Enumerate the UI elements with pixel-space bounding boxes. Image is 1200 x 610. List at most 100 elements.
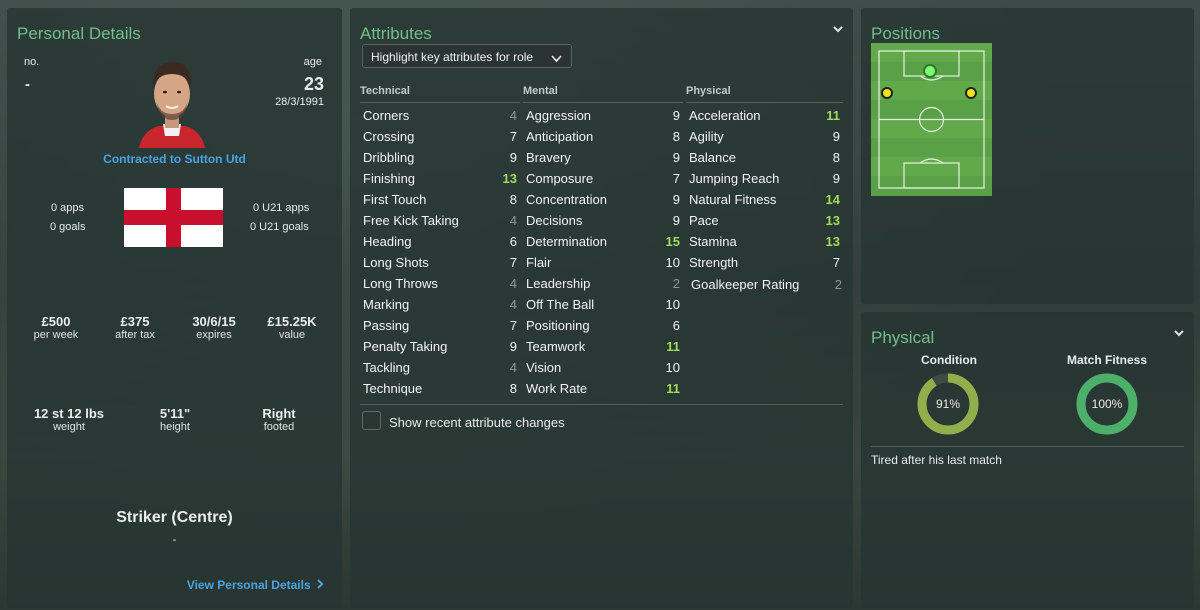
attribute-value: 9 xyxy=(672,213,680,228)
attribute-row[interactable]: Dribbling 9 xyxy=(360,147,520,168)
attribute-row[interactable]: Balance 8 xyxy=(686,147,843,168)
attribute-row[interactable]: Leadership 2 xyxy=(523,273,683,294)
attribute-row[interactable]: Passing 7 xyxy=(360,315,520,336)
attribute-value: 4 xyxy=(509,276,517,291)
attribute-row[interactable]: Technique 8 xyxy=(360,378,520,399)
match-fitness-ring: 100% xyxy=(1075,372,1139,436)
attribute-row[interactable]: Long Shots 7 xyxy=(360,252,520,273)
view-personal-details-link[interactable]: View Personal Details xyxy=(187,578,324,592)
attribute-row[interactable]: Teamwork 11 xyxy=(523,336,683,357)
attribute-value: 10 xyxy=(665,360,680,375)
attribute-value: 13 xyxy=(502,171,517,186)
attribute-row[interactable]: Work Rate 11 xyxy=(523,378,683,399)
attribute-row[interactable]: Stamina 13 xyxy=(686,231,843,252)
attribute-row[interactable]: Determination 15 xyxy=(523,231,683,252)
attribute-row[interactable]: Positioning 6 xyxy=(523,315,683,336)
position-marker-accomplished[interactable] xyxy=(881,87,893,99)
attribute-name: Acceleration xyxy=(689,108,761,123)
attribute-name: Vision xyxy=(526,360,562,375)
attribute-row[interactable]: Bravery 9 xyxy=(523,147,683,168)
player-role: - xyxy=(172,534,177,546)
attribute-row[interactable]: Strength 7 xyxy=(686,252,843,273)
goalkeeper-rating: Goalkeeper Rating 2 xyxy=(688,274,845,295)
attribute-row[interactable]: Free Kick Taking 4 xyxy=(360,210,520,231)
attribute-row[interactable]: Jumping Reach 9 xyxy=(686,168,843,189)
contract-club-link[interactable]: Contracted to Sutton Utd xyxy=(7,152,342,166)
height: 5'11" height xyxy=(135,406,215,433)
panel-title: Attributes xyxy=(360,24,432,43)
attribute-row[interactable]: Natural Fitness 14 xyxy=(686,189,843,210)
attribute-row[interactable]: Vision 10 xyxy=(523,357,683,378)
panel-title: Personal Details xyxy=(17,24,141,43)
foot-value: Right xyxy=(262,406,296,421)
attribute-row[interactable]: Decisions 9 xyxy=(523,210,683,231)
attribute-row[interactable]: Off The Ball 10 xyxy=(523,294,683,315)
divider xyxy=(523,102,683,103)
match-fitness-value: 100% xyxy=(1091,397,1123,411)
attribute-row[interactable]: Acceleration 11 xyxy=(686,105,843,126)
attribute-name: Balance xyxy=(689,150,736,165)
attribute-name: Composure xyxy=(526,171,594,186)
wage: £500 per week xyxy=(21,314,91,341)
attribute-name: Concentration xyxy=(526,192,607,207)
attribute-row[interactable]: Composure 7 xyxy=(523,168,683,189)
attribute-row[interactable]: Flair 10 xyxy=(523,252,683,273)
after-tax: £375 after tax xyxy=(100,314,170,341)
wage-value: £500 xyxy=(41,314,71,329)
no-label: no. xyxy=(24,56,40,68)
after-tax-label: after tax xyxy=(115,329,155,341)
attribute-value: 15 xyxy=(665,234,680,249)
attribute-value: 8 xyxy=(832,150,840,165)
attribute-value: 4 xyxy=(509,108,517,123)
attribute-row[interactable]: Concentration 9 xyxy=(523,189,683,210)
dropdown-label: Highlight key attributes for role xyxy=(371,50,534,64)
attribute-row[interactable]: First Touch 8 xyxy=(360,189,520,210)
attribute-value: 8 xyxy=(509,381,517,396)
attribute-name: Positioning xyxy=(526,318,590,333)
chevron-right-icon xyxy=(317,578,324,592)
attribute-name: Passing xyxy=(363,318,410,333)
value-amount: £15.25K xyxy=(267,314,317,329)
attribute-row[interactable]: Crossing 7 xyxy=(360,126,520,147)
highlight-attributes-dropdown[interactable]: Highlight key attributes for role xyxy=(362,44,572,68)
show-changes-label[interactable]: Show recent attribute changes xyxy=(389,415,565,430)
attribute-value: 9 xyxy=(672,150,680,165)
attribute-name: Work Rate xyxy=(526,381,588,396)
attribute-row[interactable]: Tackling 4 xyxy=(360,357,520,378)
attribute-name: Natural Fitness xyxy=(689,192,777,207)
attribute-row[interactable]: Pace 13 xyxy=(686,210,843,231)
attribute-row[interactable]: Corners 4 xyxy=(360,105,520,126)
divider xyxy=(360,404,843,405)
show-changes-checkbox[interactable] xyxy=(362,411,381,430)
attribute-row[interactable]: Heading 6 xyxy=(360,231,520,252)
attribute-row[interactable]: Aggression 9 xyxy=(523,105,683,126)
chevron-down-icon[interactable] xyxy=(831,22,845,36)
attribute-row[interactable]: Penalty Taking 9 xyxy=(360,336,520,357)
attribute-value: 8 xyxy=(509,192,517,207)
attribute-name: Tackling xyxy=(363,360,410,375)
attribute-value: 10 xyxy=(665,255,680,270)
position-marker-natural[interactable] xyxy=(923,64,937,78)
attribute-row[interactable]: Agility 9 xyxy=(686,126,843,147)
age-label: age xyxy=(303,56,322,68)
attribute-name: Decisions xyxy=(526,213,583,228)
technical-header: Technical xyxy=(360,85,410,97)
attribute-row[interactable]: Anticipation 8 xyxy=(523,126,683,147)
preferred-foot: Right footed xyxy=(239,406,319,433)
attribute-name: Marking xyxy=(363,297,410,312)
after-tax-value: £375 xyxy=(120,314,150,329)
attribute-value: 11 xyxy=(666,339,680,354)
match-fitness-label: Match Fitness xyxy=(1066,353,1147,367)
chevron-down-icon[interactable] xyxy=(1172,326,1186,340)
attribute-row[interactable]: Marking 4 xyxy=(360,294,520,315)
player-photo xyxy=(137,50,207,148)
squad-number: - xyxy=(25,76,30,93)
position-marker-accomplished[interactable] xyxy=(965,87,977,99)
attribute-row[interactable]: Finishing 13 xyxy=(360,168,520,189)
attribute-value: 11 xyxy=(826,108,840,123)
attribute-row[interactable]: Long Throws 4 xyxy=(360,273,520,294)
attribute-name: Pace xyxy=(689,213,719,228)
fitness-status: Tired after his last match xyxy=(871,453,1002,467)
attribute-value: 2 xyxy=(672,276,680,291)
attribute-value: 8 xyxy=(672,129,680,144)
